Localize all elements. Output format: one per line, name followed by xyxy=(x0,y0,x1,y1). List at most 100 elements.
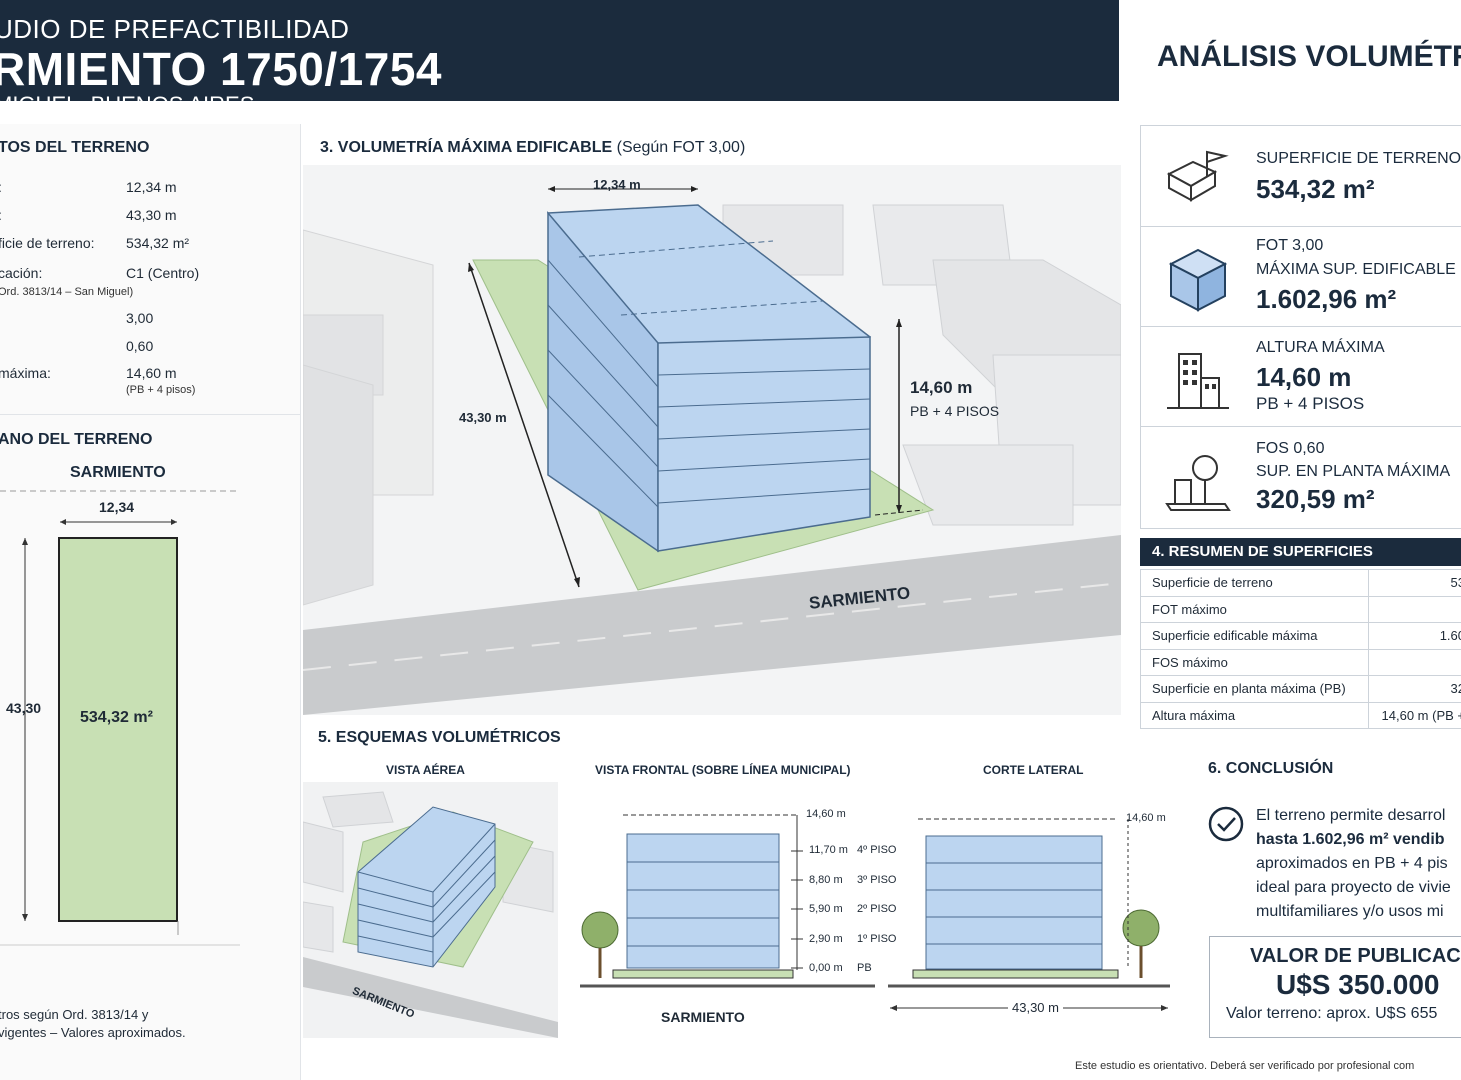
summary-title: 4. RESUMEN DE SUPERFICIES xyxy=(1152,543,1373,560)
level-height: 5,90 m xyxy=(809,903,843,915)
publication-label: VALOR DE PUBLICACIÓN xyxy=(1250,945,1461,967)
conclusion-line: multifamiliares y/o usos mi xyxy=(1256,903,1444,920)
plan-width: 12,34 xyxy=(99,499,135,515)
conclusion-line: El terreno permite desarrol xyxy=(1256,807,1446,824)
kpi-land-area: SUPERFICIE DE TERRENO 534,32 m² xyxy=(1141,126,1461,227)
table-cell-value xyxy=(1368,595,1461,623)
table-cell-value: 14,60 m (PB + xyxy=(1368,701,1461,729)
volumetry-title-text: 3. VOLUMETRÍA MÁXIMA EDIFICABLE xyxy=(320,139,613,156)
table-cell-value: 1.60 xyxy=(1368,622,1461,650)
kpi-label: FOT 3,00 xyxy=(1256,237,1324,254)
table-row: FOS máximo xyxy=(1140,648,1461,676)
summary-table: Superficie de terreno53 FOT máximo Super… xyxy=(1140,569,1461,729)
kpi-label-2: MÁXIMA SUP. EDIFICABLE xyxy=(1256,261,1456,278)
frontal-label: VISTA FRONTAL (SOBRE LÍNEA MUNICIPAL) xyxy=(595,763,851,777)
kpi-value: 534,32 m² xyxy=(1256,174,1375,204)
kpi-sub: PB + 4 PISOS xyxy=(1256,394,1365,413)
land-row-value: 14,60 m xyxy=(126,365,177,381)
kpi-label: SUPERFICIE DE TERRENO xyxy=(1256,150,1461,167)
land-row-label: : xyxy=(0,179,2,195)
volumetry-height: 14,60 m xyxy=(910,378,973,397)
aerial-label: VISTA AÉREA xyxy=(386,763,465,777)
land-value: Valor terreno: aprox. U$S 655 xyxy=(1226,1005,1438,1022)
check-circle-icon xyxy=(1208,806,1244,842)
summary-header: 4. RESUMEN DE SUPERFICIES xyxy=(1140,538,1461,566)
land-row-value: 3,00 xyxy=(126,310,154,326)
divider xyxy=(0,414,300,415)
kpi-value: 1.602,96 m² xyxy=(1256,284,1397,314)
land-row-label: ficie de terreno: xyxy=(0,235,95,251)
kpi-label: ALTURA MÁXIMA xyxy=(1256,339,1385,356)
conclusion-line: aproximados en PB + 4 pis xyxy=(1256,855,1448,872)
table-cell-value: 53 xyxy=(1368,569,1461,597)
kpi-label-2: SUP. EN PLANTA MÁXIMA xyxy=(1256,463,1451,480)
plan-title: ANO DEL TERRENO xyxy=(0,431,153,448)
volumetry-width: 12,34 m xyxy=(593,177,641,192)
aerial-view-drawing xyxy=(303,782,558,1038)
volumetry-height-sub: PB + 4 PISOS xyxy=(910,403,1000,419)
level-height: 2,90 m xyxy=(809,933,843,945)
cube-icon xyxy=(1168,248,1228,312)
lateral-view-drawing xyxy=(888,818,1170,1011)
lateral-height: 14,60 m xyxy=(1126,812,1166,824)
plan-note: tros según Ord. 3813/14 y xyxy=(0,1007,149,1022)
plan-depth: 43,30 xyxy=(6,700,42,716)
header-banner: UDIO DE PREFACTIBILIDAD RMIENTO 1750/175… xyxy=(0,0,1119,101)
volumetry-depth: 43,30 m xyxy=(459,410,507,425)
kpi-panel: SUPERFICIE DE TERRENO 534,32 m² FOT 3,00… xyxy=(1140,125,1461,529)
land-row-label: cación: xyxy=(0,265,43,281)
conclusion-line: ideal para proyecto de vivie xyxy=(1256,879,1451,896)
volumetry-title: 3. VOLUMETRÍA MÁXIMA EDIFICABLE (Según F… xyxy=(320,139,745,157)
land-row-value: 0,60 xyxy=(126,338,154,354)
land-row-value: 12,34 m xyxy=(126,179,177,195)
conclusion-line: hasta 1.602,96 m² vendib xyxy=(1256,831,1445,848)
land-row-label: máxima: xyxy=(0,365,51,381)
kpi-value: 320,59 m² xyxy=(1256,484,1375,514)
header-supertitle: UDIO DE PREFACTIBILIDAD xyxy=(0,14,350,44)
level-height: 8,80 m xyxy=(809,874,843,886)
plan-street: SARMIENTO xyxy=(70,464,166,481)
level-height: 14,60 m xyxy=(806,808,846,820)
schemes-title: 5. ESQUEMAS VOLUMÉTRICOS xyxy=(318,729,561,746)
conclusion-title: 6. CONCLUSIÓN xyxy=(1208,760,1334,777)
conclusion-text: El terreno permite desarrol hasta 1.602,… xyxy=(1256,804,1451,924)
table-cell-label: Superficie edificable máxima xyxy=(1140,622,1369,650)
land-row-value: 534,32 m² xyxy=(126,235,190,251)
level-height: 11,70 m xyxy=(809,844,848,856)
table-cell-value: 32 xyxy=(1368,675,1461,703)
header-location: MIGUEL, BUENOS AIRES xyxy=(0,92,254,101)
height-note: (PB + 4 pisos) xyxy=(126,384,196,396)
table-row: Altura máxima 14,60 m (PB + xyxy=(1140,701,1461,729)
land-row-note: Ord. 3813/14 – San Miguel) xyxy=(0,286,134,298)
kpi-value: 14,60 m xyxy=(1256,362,1352,392)
land-data-title: TOS DEL TERRENO xyxy=(0,139,150,156)
footer-disclaimer: Este estudio es orientativo. Deberá ser … xyxy=(1075,1060,1415,1072)
land-row-value: C1 (Centro) xyxy=(126,265,200,281)
land-row-value: 43,30 m xyxy=(126,207,177,223)
volumetry-subtitle: (Según FOT 3,00) xyxy=(616,139,746,156)
table-cell-label: FOT máximo xyxy=(1140,595,1369,623)
analysis-title: ANÁLISIS VOLUMÉTRI xyxy=(1157,40,1461,73)
table-row: Superficie edificable máxima1.60 xyxy=(1140,622,1461,650)
table-cell-value xyxy=(1368,648,1461,676)
lateral-depth: 43,30 m xyxy=(1008,1000,1063,1015)
kpi-height: ALTURA MÁXIMA 14,60 m PB + 4 PISOS xyxy=(1141,326,1461,427)
table-row: Superficie en planta máxima (PB)32 xyxy=(1140,675,1461,703)
plan-area: 534,32 m² xyxy=(80,709,153,726)
level-height: 0,00 m xyxy=(809,962,843,974)
kpi-label: FOS 0,60 xyxy=(1256,440,1325,457)
frontal-street: SARMIENTO xyxy=(661,1009,745,1025)
tree-plot-icon xyxy=(1165,455,1231,511)
publication-value: U$S 350.000 xyxy=(1276,969,1440,1000)
level-name: PB xyxy=(857,962,872,974)
header-title: RMIENTO 1750/1754 xyxy=(0,43,442,95)
building-icon xyxy=(1167,353,1229,409)
plan-note: vigentes – Valores aproximados. xyxy=(0,1025,186,1040)
kpi-fos: FOS 0,60 SUP. EN PLANTA MÁXIMA 320,59 m² xyxy=(1141,426,1461,526)
table-cell-label: Altura máxima xyxy=(1140,701,1369,729)
publication-box: VALOR DE PUBLICACIÓN U$S 350.000 Valor t… xyxy=(1209,936,1461,1038)
kpi-fot: FOT 3,00 MÁXIMA SUP. EDIFICABLE 1.602,96… xyxy=(1141,226,1461,327)
table-row: Superficie de terreno53 xyxy=(1140,569,1461,597)
lateral-label: CORTE LATERAL xyxy=(983,763,1084,777)
table-cell-label: Superficie en planta máxima (PB) xyxy=(1140,675,1369,703)
